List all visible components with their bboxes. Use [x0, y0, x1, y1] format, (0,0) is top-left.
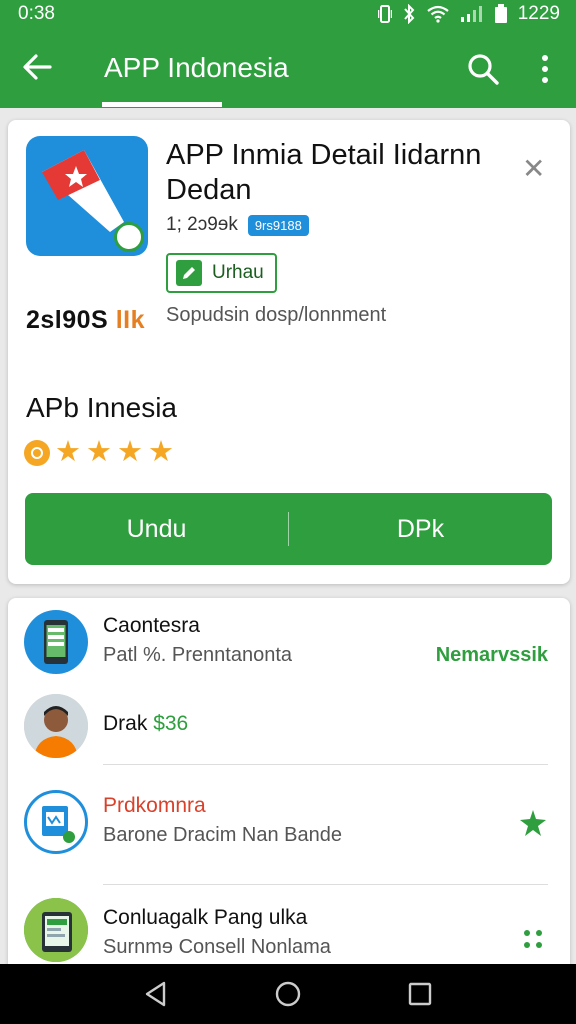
- dots-icon[interactable]: [518, 924, 548, 954]
- edit-button[interactable]: Urhau: [166, 253, 277, 293]
- divider: [103, 884, 548, 885]
- app-detail-card: APP Inmia Detail Iidarnn Dedan ✕ 1; 2ɔ9ɘ…: [8, 120, 570, 584]
- related-list: Caontesra Patl %. Prenntanonta Nemarvssi…: [8, 598, 570, 978]
- star-icon: ★: [148, 436, 174, 468]
- app-badge-icon: [114, 222, 144, 252]
- meta-chip: 9rs9188: [247, 214, 309, 236]
- list-item-title: Caontesra: [103, 614, 200, 637]
- star-icon: ★: [55, 436, 81, 468]
- nav-recents-icon[interactable]: [406, 980, 434, 1008]
- pencil-icon: [176, 260, 202, 286]
- app-title: APP Inmia Detail Iidarnn Dedan: [166, 139, 482, 206]
- list-item-price: $36: [153, 712, 189, 735]
- list-item-title: Conluagalk Pang ulka: [103, 906, 308, 929]
- nav-back-icon[interactable]: [142, 980, 170, 1008]
- vibrate-icon: [377, 5, 392, 23]
- edit-label: Urhau: [212, 262, 264, 283]
- list-item-title-text: Drak: [103, 712, 148, 735]
- app-bar: APP Indonesia: [0, 28, 576, 108]
- system-nav-bar: [0, 964, 576, 1024]
- list-item[interactable]: Prdkomnra Barone Dracim Nan Bande: [8, 766, 570, 886]
- meta-text: 1; 2ɔ9ɘk: [166, 214, 238, 235]
- app-meta: 1; 2ɔ9ɘk 9rs9188: [166, 214, 309, 236]
- status-time: 0:38: [18, 3, 55, 24]
- price: 2sl90S lIk: [26, 306, 145, 335]
- list-item[interactable]: Caontesra Patl %. Prenntanonta Nemarvssi…: [8, 598, 570, 686]
- app-bar-title: APP Indonesia: [104, 52, 289, 83]
- pin-icon[interactable]: [518, 808, 548, 838]
- document-icon: [24, 790, 88, 854]
- star-icon: ★: [117, 436, 143, 468]
- list-item-subtitle: Barone Dracim Nan Bande: [103, 824, 343, 846]
- action-button-group: Undu DPk: [25, 493, 552, 565]
- nav-home-icon[interactable]: [274, 980, 302, 1008]
- list-item-action-label[interactable]: Nemarvssik: [436, 644, 548, 667]
- app-description: Sopudsin dosp/lonnment: [166, 304, 387, 326]
- list-item-subtitle: Surnmɘ Consell Nonlama: [103, 936, 331, 958]
- rating-badge-icon: [24, 439, 50, 466]
- status-clock: 1229: [517, 3, 560, 24]
- wifi-icon: [427, 5, 449, 23]
- status-bar: 0:38 1229: [0, 0, 576, 28]
- person-avatar: [24, 694, 88, 758]
- rating-stars: ★ ★ ★ ★: [24, 438, 174, 467]
- status-icons: 1229: [377, 3, 560, 25]
- app-icon[interactable]: [26, 136, 148, 256]
- signal-icon: [460, 6, 482, 22]
- more-vert-icon[interactable]: [532, 52, 558, 86]
- download-button[interactable]: Undu: [25, 493, 288, 565]
- divider: [103, 764, 548, 765]
- price-main: 2sl90S: [26, 306, 109, 334]
- back-arrow-icon[interactable]: [20, 50, 54, 84]
- app-name: APb Innesia: [26, 392, 177, 423]
- list-item[interactable]: Drak $36: [8, 686, 570, 766]
- price-suffix: lIk: [115, 306, 145, 334]
- tab-indicator: [102, 102, 222, 107]
- list-item-title: Prdkomnra: [103, 794, 206, 817]
- secondary-button[interactable]: DPk: [289, 493, 552, 565]
- battery-icon: [494, 4, 507, 23]
- star-icon: ★: [86, 436, 112, 468]
- phone-icon: [24, 610, 88, 674]
- search-icon[interactable]: [466, 52, 500, 86]
- tablet-icon: [24, 898, 88, 962]
- list-item-subtitle: Patl %. Prenntanonta: [103, 644, 293, 666]
- list-item-title: Drak $36: [103, 712, 188, 736]
- close-icon[interactable]: ✕: [522, 152, 545, 185]
- bluetooth-icon: [403, 4, 415, 24]
